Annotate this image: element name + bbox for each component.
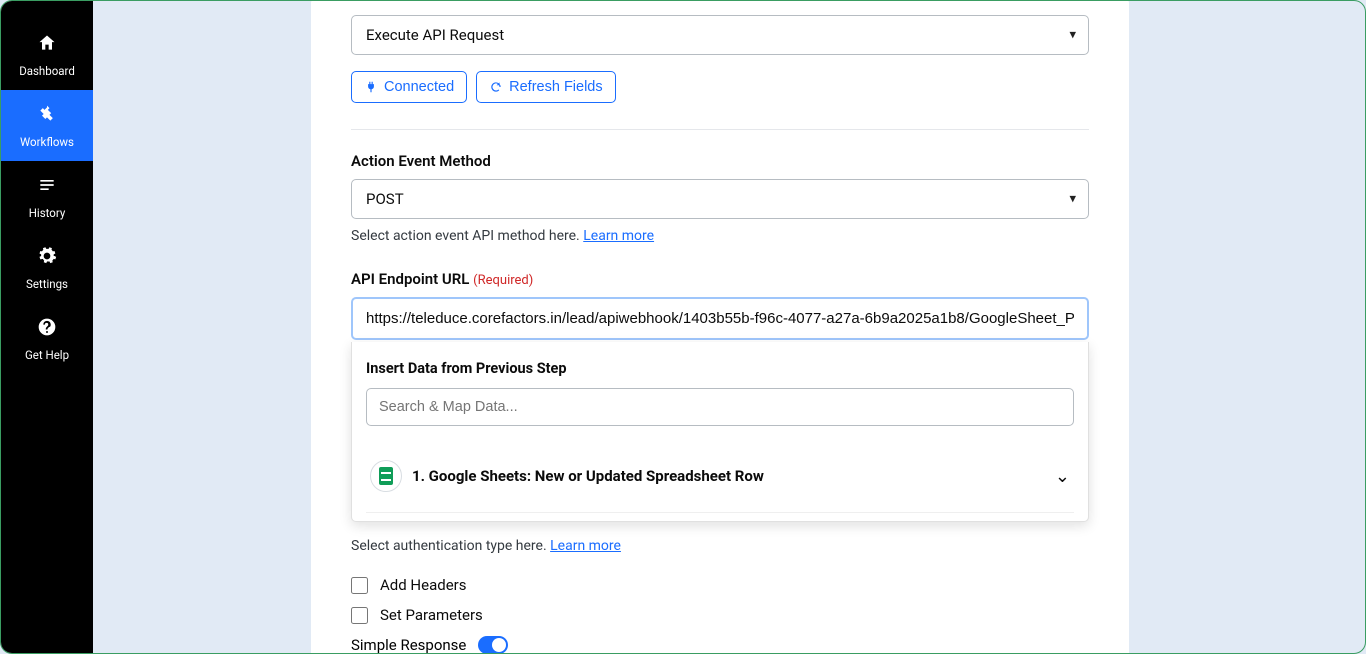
method-label: Action Event Method: [351, 152, 1089, 170]
learn-more-link-method[interactable]: Learn more: [583, 228, 654, 244]
method-helper-text: Select action event API method here.: [351, 228, 583, 244]
action-event-select[interactable]: Execute API Request ▾: [351, 15, 1089, 55]
method-helper: Select action event API method here. Lea…: [351, 228, 1089, 244]
connected-label: Connected: [384, 79, 454, 95]
action-panel: Execute API Request ▾ Connected Refresh …: [311, 1, 1129, 653]
search-map-data-input[interactable]: [366, 388, 1074, 426]
workflow-icon: [37, 104, 57, 129]
connected-button[interactable]: Connected: [351, 71, 467, 103]
learn-more-link-auth[interactable]: Learn more: [550, 538, 621, 554]
gear-icon: [37, 246, 57, 271]
add-headers-label: Add Headers: [380, 576, 466, 594]
sidebar-item-workflows[interactable]: Workflows: [1, 90, 93, 161]
sidebar-label-settings: Settings: [26, 277, 68, 291]
auth-helper: Select authentication type here. Learn m…: [351, 538, 1089, 554]
refresh-fields-button[interactable]: Refresh Fields: [476, 71, 615, 103]
simple-response-toggle[interactable]: [478, 636, 508, 653]
simple-response-label: Simple Response: [351, 636, 466, 653]
plug-icon: [364, 80, 378, 94]
history-icon: [37, 175, 57, 200]
insert-data-dropdown: Insert Data from Previous Step 1. Google…: [351, 342, 1089, 522]
refresh-icon: [489, 80, 503, 94]
sidebar-item-dashboard[interactable]: Dashboard: [1, 19, 93, 90]
previous-step-item[interactable]: 1. Google Sheets: New or Updated Spreads…: [366, 448, 1074, 513]
caret-down-icon: ▾: [1069, 192, 1076, 207]
add-headers-row[interactable]: Add Headers: [351, 576, 1089, 594]
sidebar-label-dashboard: Dashboard: [19, 64, 75, 78]
set-parameters-label: Set Parameters: [380, 606, 483, 624]
sidebar-label-help: Get Help: [25, 348, 69, 362]
set-parameters-row[interactable]: Set Parameters: [351, 606, 1089, 624]
sidebar-item-settings[interactable]: Settings: [1, 232, 93, 303]
url-required: (Required): [473, 273, 533, 288]
sidebar-item-help[interactable]: Get Help: [1, 303, 93, 374]
caret-down-icon: ▾: [1069, 28, 1076, 43]
method-select[interactable]: POST ▾: [351, 179, 1089, 219]
dropdown-title: Insert Data from Previous Step: [366, 360, 1074, 377]
home-icon: [37, 33, 57, 58]
url-label: API Endpoint URL: [351, 270, 473, 288]
sidebar: Dashboard Workflows History Settings Get…: [1, 1, 93, 654]
sidebar-label-history: History: [29, 206, 66, 220]
divider: [351, 129, 1089, 130]
google-sheets-icon: [370, 460, 402, 492]
app-frame: Dashboard Workflows History Settings Get…: [0, 0, 1366, 654]
auth-helper-text: Select authentication type here.: [351, 538, 550, 554]
set-parameters-checkbox[interactable]: [351, 607, 368, 624]
sidebar-label-workflows: Workflows: [20, 135, 74, 149]
url-label-row: API Endpoint URL (Required): [351, 270, 1089, 288]
content-area: Execute API Request ▾ Connected Refresh …: [93, 1, 1365, 653]
refresh-label: Refresh Fields: [509, 79, 602, 95]
chevron-down-icon: ⌄: [1055, 466, 1070, 487]
sidebar-item-history[interactable]: History: [1, 161, 93, 232]
help-icon: [37, 317, 57, 342]
api-endpoint-url-input[interactable]: [351, 297, 1089, 340]
simple-response-row: Simple Response: [351, 636, 1089, 653]
previous-step-label: 1. Google Sheets: New or Updated Spreads…: [412, 467, 1045, 485]
add-headers-checkbox[interactable]: [351, 577, 368, 594]
method-value: POST: [366, 190, 404, 208]
action-event-value: Execute API Request: [366, 26, 504, 44]
